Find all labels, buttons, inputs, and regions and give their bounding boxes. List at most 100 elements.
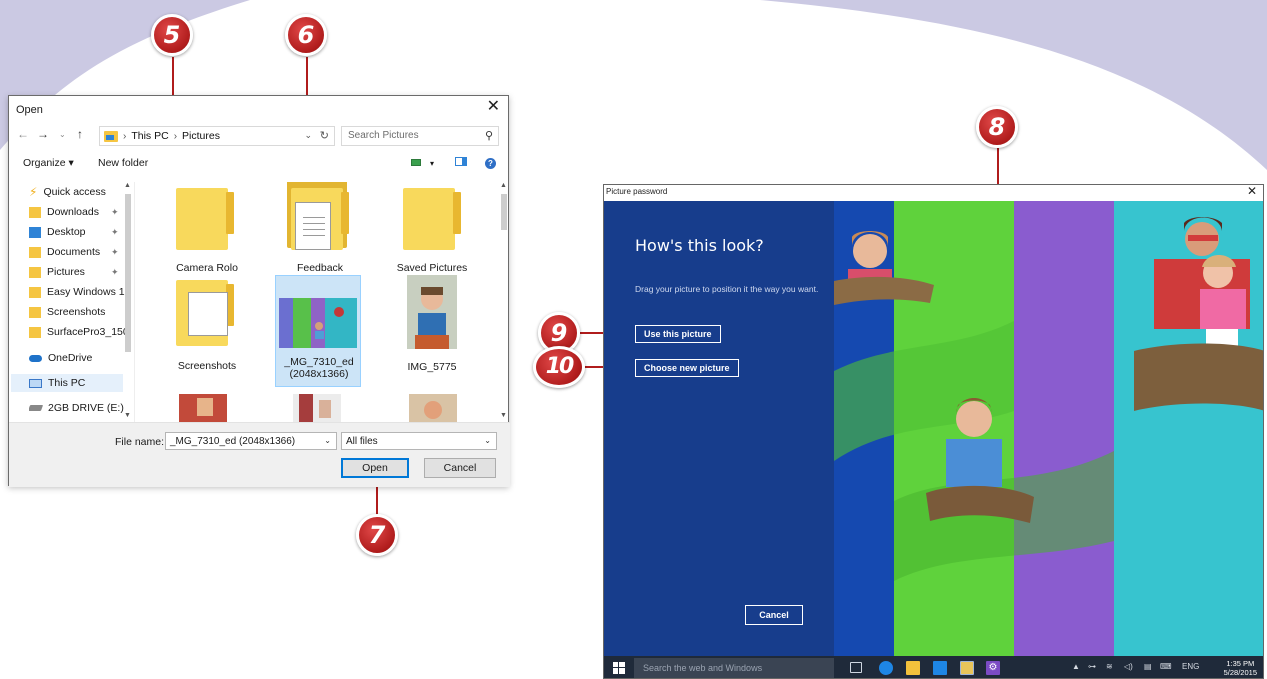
- back-arrow-icon[interactable]: ←: [17, 127, 29, 141]
- pin-icon: ✦: [111, 207, 119, 217]
- taskbar: Search the web and Windows ⚙ ▲ ⊶ ≋ ◁) ▤ …: [604, 656, 1263, 678]
- photos-icon[interactable]: [960, 661, 974, 675]
- open-file-dialog: Open ✕ ← → ⌄ ↑ › This PC › Pictures ⌄ ↻ …: [8, 95, 510, 487]
- folder-icon: [29, 286, 41, 298]
- file-type-select[interactable]: All files ⌄: [341, 432, 497, 450]
- downloads-folder-icon: [29, 206, 41, 218]
- close-icon[interactable]: ✕: [1247, 185, 1257, 198]
- recent-dropdown-icon[interactable]: ⌄: [59, 130, 66, 139]
- view-dropdown-icon[interactable]: ▾: [430, 159, 434, 168]
- search-icon: ⚲: [484, 130, 493, 142]
- file-tile-camera-rolo[interactable]: Camera Rolo: [164, 182, 250, 274]
- callout-10: 10: [533, 346, 585, 388]
- page-title: How's this look?: [635, 236, 764, 255]
- drive-icon: [29, 405, 44, 411]
- image-thumbnail: [407, 275, 457, 349]
- nav-this-pc[interactable]: This PC: [11, 374, 123, 392]
- address-bar[interactable]: › This PC › Pictures ⌄ ↻: [99, 126, 335, 146]
- scroll-thumb[interactable]: [125, 194, 131, 352]
- preview-pane-icon[interactable]: [455, 157, 467, 169]
- cancel-button[interactable]: Cancel: [745, 605, 803, 625]
- keyboard-icon[interactable]: ⌨: [1160, 662, 1172, 671]
- breadcrumb-pictures[interactable]: Pictures: [182, 130, 220, 142]
- file-tile-saved-pictures[interactable]: Saved Pictures: [389, 182, 475, 274]
- file-explorer-icon[interactable]: [906, 661, 920, 675]
- chevron-up-icon[interactable]: ▲: [1072, 662, 1080, 671]
- new-folder-button[interactable]: New folder: [98, 157, 148, 169]
- open-button[interactable]: Open: [341, 458, 409, 478]
- wifi-icon[interactable]: ≋: [1106, 662, 1113, 671]
- notification-icon[interactable]: ▤: [1144, 662, 1152, 671]
- use-this-picture-button[interactable]: Use this picture: [635, 325, 721, 343]
- cloud-icon: [29, 354, 42, 362]
- scroll-down-icon[interactable]: ▼: [500, 412, 507, 419]
- breadcrumb-this-pc[interactable]: This PC: [131, 130, 168, 142]
- document-icon: [188, 292, 228, 336]
- callout-7: 7: [356, 514, 398, 556]
- folder-icon: [176, 188, 234, 250]
- pin-icon: ✦: [111, 247, 119, 257]
- pin-icon: ✦: [111, 227, 119, 237]
- settings-icon[interactable]: ⚙: [986, 661, 1000, 675]
- picture-preview[interactable]: [834, 201, 1264, 656]
- volume-icon[interactable]: ◁): [1124, 662, 1133, 671]
- change-view-icon[interactable]: [411, 157, 421, 169]
- nav-quick-access[interactable]: ⚡ Quick access: [29, 186, 129, 198]
- navigation-row: ← → ⌄ ↑ › This PC › Pictures ⌄ ↻ Search …: [9, 126, 508, 146]
- image-thumbnail[interactable]: [409, 394, 457, 422]
- scroll-up-icon[interactable]: ▲: [500, 182, 507, 189]
- nav-easy-windows-10[interactable]: Easy Windows 10: [29, 286, 129, 298]
- close-icon[interactable]: ✕: [487, 96, 500, 116]
- windows-start-icon[interactable]: [613, 662, 625, 674]
- star-icon: ⚡: [29, 186, 38, 198]
- pictures-folder-icon: [29, 266, 41, 278]
- content-scrollbar[interactable]: ▲ ▼: [499, 182, 509, 422]
- file-name-field[interactable]: _MG_7310_ed (2048x1366) ⌄: [165, 432, 337, 450]
- clock[interactable]: 1:35 PM 5/28/2015: [1224, 659, 1257, 677]
- file-tile-feedback[interactable]: Feedback: [277, 182, 363, 274]
- nav-onedrive[interactable]: OneDrive: [29, 352, 129, 364]
- scroll-thumb[interactable]: [501, 194, 507, 230]
- scroll-up-icon[interactable]: ▲: [124, 182, 131, 189]
- file-tile-img-5775[interactable]: IMG_5775: [389, 275, 475, 385]
- nav-scrollbar[interactable]: ▲ ▼: [123, 182, 133, 422]
- help-icon[interactable]: ?: [485, 157, 496, 169]
- computer-icon: [29, 378, 42, 388]
- image-thumbnail[interactable]: [179, 394, 227, 422]
- nav-usb-drive[interactable]: 2GB DRIVE (E:): [29, 402, 129, 414]
- callout-6: 6: [285, 14, 327, 56]
- documents-folder-icon: [29, 246, 41, 258]
- taskbar-search-input[interactable]: Search the web and Windows: [634, 658, 834, 678]
- search-input[interactable]: Search Pictures ⚲: [341, 126, 499, 146]
- chevron-down-icon[interactable]: ⌄: [484, 436, 491, 445]
- file-tile-mg-7310[interactable]: _MG_7310_ed (2048x1366): [275, 275, 361, 387]
- file-list: Camera Rolo Feedback Saved Pictures Scre…: [139, 182, 499, 422]
- image-thumbnail[interactable]: [293, 394, 341, 422]
- clock-date: 5/28/2015: [1223, 668, 1257, 677]
- command-toolbar: Organize ▾ New folder ▾ ?: [9, 154, 508, 174]
- dialog-footer: File name: _MG_7310_ed (2048x1366) ⌄ All…: [9, 422, 510, 487]
- nav-surfacepro3[interactable]: SurfacePro3_150: [29, 326, 129, 338]
- organize-button[interactable]: Organize ▾: [23, 157, 74, 169]
- file-tile-screenshots[interactable]: Screenshots: [164, 280, 250, 378]
- language-indicator[interactable]: ENG: [1182, 662, 1199, 671]
- choose-new-picture-button[interactable]: Choose new picture: [635, 359, 739, 377]
- scroll-down-icon[interactable]: ▼: [124, 412, 131, 419]
- browser-icon[interactable]: [879, 661, 893, 675]
- callout-8: 8: [976, 106, 1018, 148]
- network-icon[interactable]: ⊶: [1088, 662, 1096, 671]
- refresh-icon[interactable]: ↻: [320, 129, 329, 142]
- cancel-button[interactable]: Cancel: [424, 458, 496, 478]
- task-view-icon[interactable]: [850, 662, 862, 673]
- folder-icon: [403, 188, 461, 250]
- navigation-pane: ⚡ Quick access Downloads ✦ Desktop ✦ Doc…: [9, 182, 135, 422]
- forward-arrow-icon[interactable]: →: [37, 127, 49, 141]
- chevron-down-icon[interactable]: ⌄: [304, 130, 312, 141]
- nav-screenshots[interactable]: Screenshots: [29, 306, 129, 318]
- up-arrow-icon[interactable]: ↑: [77, 127, 83, 141]
- store-icon[interactable]: [933, 661, 947, 675]
- picture-password-window: Picture password ✕ How's this look? Drag…: [603, 184, 1264, 679]
- desktop-folder-icon: [29, 226, 41, 238]
- instructions-text: Drag your picture to position it the way…: [635, 284, 819, 294]
- chevron-down-icon[interactable]: ⌄: [324, 436, 331, 445]
